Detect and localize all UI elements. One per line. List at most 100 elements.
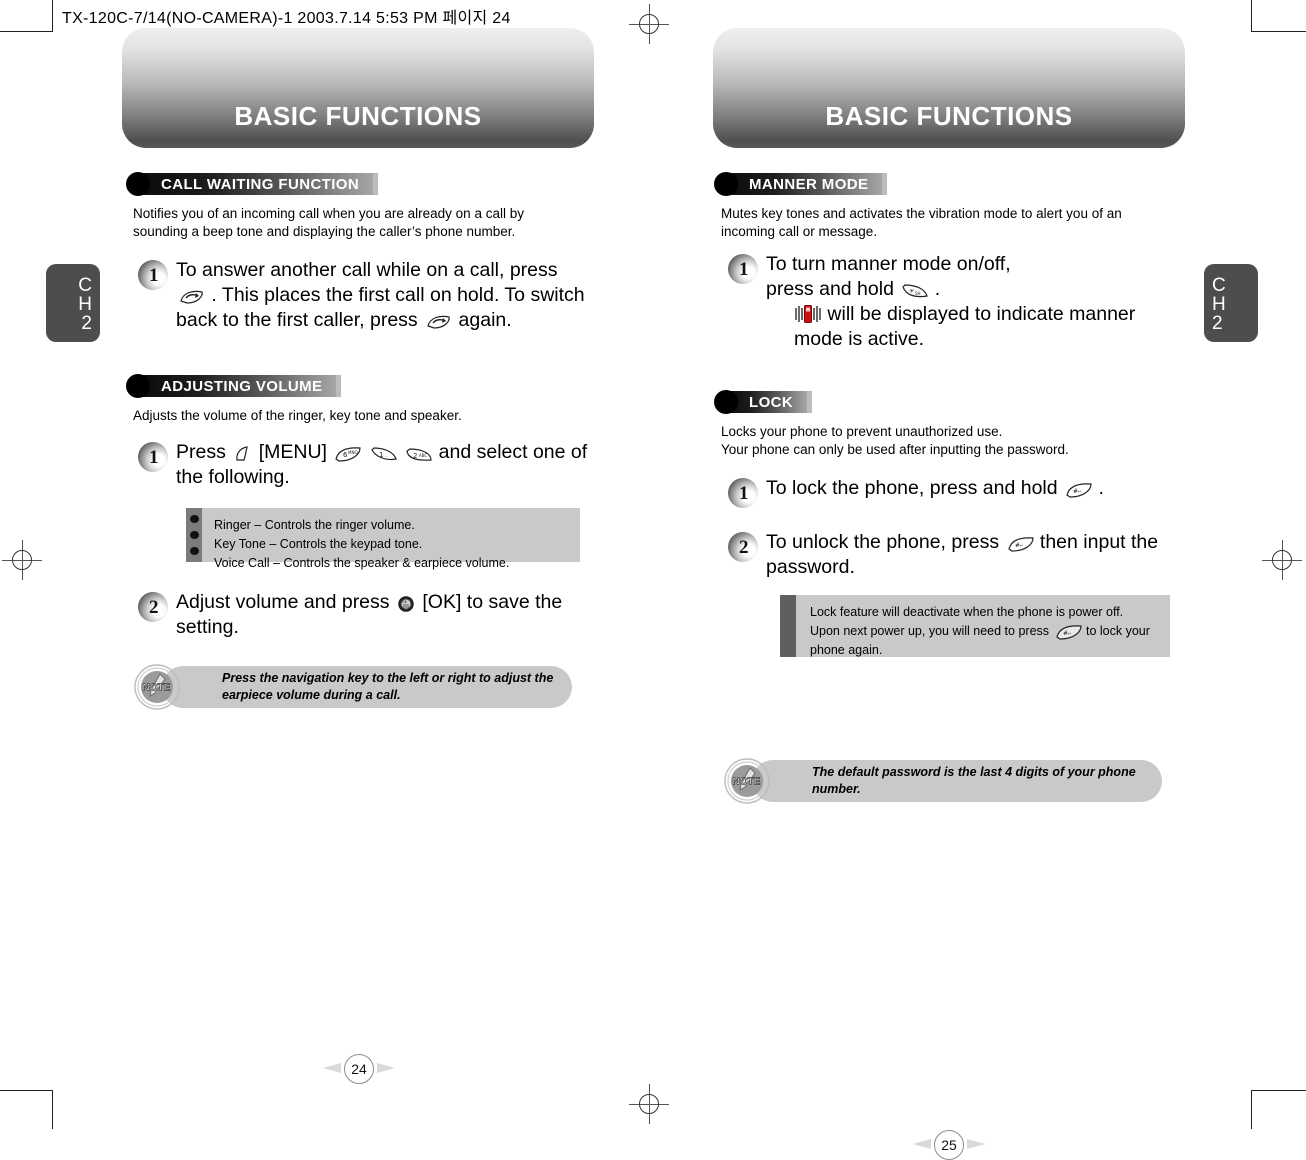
section-manner-mode-intro: Mutes key tones and activates the vibrat… — [721, 206, 1122, 239]
section-manner-mode: MANNER MODE Mutes key tones and activate… — [714, 172, 1184, 241]
bullet-dot-icon — [189, 547, 199, 555]
softkey-icon — [233, 446, 251, 461]
pound-key-icon: # ↩ — [1007, 536, 1034, 552]
section-lock-intro-line1: Locks your phone to prevent unauthorized… — [721, 424, 1003, 439]
svg-text:NOTE: NOTE — [143, 683, 171, 694]
svg-text:ABC: ABC — [419, 453, 427, 458]
svg-text:↩: ↩ — [1020, 543, 1023, 548]
page-number-wing-right-icon — [967, 1139, 985, 1149]
section-adjusting-volume-bar: ADJUSTING VOLUME — [139, 375, 337, 397]
step-number-badge: 2 — [138, 592, 170, 622]
svg-text:1: 1 — [379, 451, 383, 459]
lock-info-panel-rail — [780, 595, 796, 657]
registration-mark-bottom-center — [629, 1084, 669, 1124]
section-adjusting-volume-intro: Adjusts the volume of the ringer, key to… — [133, 408, 462, 423]
section-call-waiting-header: CALL WAITING FUNCTION — [126, 172, 586, 196]
section-call-waiting-title: CALL WAITING FUNCTION — [161, 175, 360, 193]
left-page-banner: BASIC FUNCTIONS — [122, 28, 594, 148]
right-note-text-bar: The default password is the last 4 digit… — [752, 760, 1162, 802]
svg-text:MNO: MNO — [348, 450, 358, 455]
step-text-line-c: will be displayed to indicate manner mod… — [766, 302, 1184, 352]
left-chapter-tab: C H 2 — [46, 264, 100, 342]
left-chapter-tab-num: 2 — [81, 313, 92, 334]
step-adjusting-volume-1-text: Press [MENU] 6 MNO 1.. 2 ABC and select on… — [176, 440, 588, 490]
section-header-cap — [807, 391, 813, 413]
step-text-line-b: press and hold ✳ SH . — [766, 277, 1184, 302]
step-number-badge: 1 — [728, 478, 760, 508]
section-call-waiting-bar: CALL WAITING FUNCTION — [139, 173, 374, 195]
file-header-text: TX-120C-7/14(NO-CAMERA)-1 2003.7.14 5:53… — [62, 10, 511, 27]
step-lock-1-text: To lock the phone, press and hold # ↩ . — [766, 476, 1104, 501]
page-number-wing-left-icon — [913, 1139, 931, 1149]
step-text-part-b: . — [1098, 477, 1104, 499]
volume-options-bullet-rail — [186, 508, 202, 562]
left-note-callout: Press the navigation key to the left or … — [134, 664, 572, 710]
step-text-part-a: To unlock the phone, press — [766, 531, 1000, 553]
right-note-text: The default password is the last 4 digit… — [812, 765, 1136, 796]
bullet-circle-icon — [714, 172, 738, 196]
crop-line-top-right — [1252, 31, 1306, 32]
svg-text:↩: ↩ — [1068, 631, 1071, 636]
svg-text:NOTE: NOTE — [733, 777, 761, 788]
bullet-circle-icon — [126, 172, 150, 196]
crop-line-top-right-vert — [1251, 0, 1252, 32]
left-note-text-bar: Press the navigation key to the left or … — [162, 666, 572, 708]
step-number-badge: 1 — [138, 442, 170, 472]
right-page-number: 25 — [903, 1130, 995, 1160]
step-call-waiting-1: 1 To answer another call while on a call… — [138, 258, 588, 333]
section-adjusting-volume-title: ADJUSTING VOLUME — [161, 377, 323, 395]
section-lock-intro-line2: Your phone can only be used after inputt… — [721, 442, 1069, 457]
section-adjusting-volume: ADJUSTING VOLUME Adjusts the volume of t… — [126, 374, 586, 425]
section-manner-mode-title: MANNER MODE — [749, 175, 869, 193]
right-page-banner: BASIC FUNCTIONS — [713, 28, 1185, 148]
step-number-badge: 1 — [728, 254, 760, 284]
step-lock-2-text: To unlock the phone, press # ↩ then input… — [766, 530, 1184, 580]
section-call-waiting: CALL WAITING FUNCTION Notifies you of an… — [126, 172, 586, 241]
svg-text:..: .. — [385, 453, 388, 458]
crop-line-top-left — [0, 31, 52, 32]
bullet-dot-icon — [189, 515, 199, 523]
left-page-title: BASIC FUNCTIONS — [234, 101, 482, 131]
section-lock: LOCK Locks your phone to prevent unautho… — [714, 390, 1184, 459]
right-chapter-tab: C H 2 — [1204, 264, 1258, 342]
star-key-icon: ✳ SH — [901, 283, 929, 298]
right-chapter-tab-num: 2 — [1212, 313, 1223, 334]
step-adjusting-volume-2-text: Adjust volume and press OK [OK] to save … — [176, 590, 588, 640]
step-lock-1: 1 To lock the phone, press and hold # ↩ . — [728, 476, 1184, 508]
list-item: Key Tone – Controls the keypad tone. — [214, 537, 423, 551]
section-manner-mode-header: MANNER MODE — [714, 172, 1184, 196]
step-text-part-d: will be displayed to indicate manner mod… — [794, 303, 1136, 350]
crop-line-bottom-left — [0, 1090, 52, 1091]
section-call-waiting-intro: Notifies you of an incoming call when yo… — [133, 206, 524, 239]
step-manner-mode-1: 1 To turn manner mode on/off, press and … — [728, 252, 1184, 352]
right-chapter-tab-ch: C H — [1212, 275, 1226, 315]
step-lock-2: 2 To unlock the phone, press # ↩ then inp… — [728, 530, 1184, 580]
lock-info-panel: Lock feature will deactivate when the ph… — [780, 595, 1170, 657]
registration-mark-top-center — [629, 4, 669, 44]
keypad-key-6-icon: 6 MNO — [334, 446, 361, 462]
step-number-badge: 2 — [728, 532, 760, 562]
left-page-number-value: 24 — [344, 1054, 374, 1084]
keypad-key-2-icon: 2 ABC — [405, 446, 432, 461]
crop-line-bottom-right — [1252, 1090, 1306, 1091]
section-header-cap — [882, 173, 888, 195]
volume-options-panel: Ringer – Controls the ringer volume. Key… — [186, 508, 580, 570]
svg-text:2: 2 — [413, 452, 417, 460]
step-text-part-a: To lock the phone, press and hold — [766, 477, 1058, 499]
bullet-circle-icon — [126, 374, 150, 398]
section-header-cap — [336, 375, 342, 397]
send-key-icon — [178, 289, 204, 304]
svg-text:SH: SH — [915, 291, 921, 296]
svg-text:↩: ↩ — [1078, 489, 1081, 494]
step-call-waiting-1-text: To answer another call while on a call, … — [176, 258, 588, 333]
step-adjusting-volume-1: 1 Press [MENU] 6 MNO 1.. 2 ABC and select … — [138, 440, 588, 490]
section-lock-header: LOCK — [714, 390, 1184, 414]
pound-key-icon: # ↩ — [1055, 624, 1082, 640]
lock-info-panel-text: Lock feature will deactivate when the ph… — [796, 595, 1170, 657]
step-adjusting-volume-2: 2 Adjust volume and press OK [OK] to sav… — [138, 590, 588, 640]
page-number-wing-left-icon — [323, 1063, 341, 1073]
crop-line-bottom-left-vert — [52, 1090, 53, 1129]
note-badge-icon: NOTE — [134, 664, 180, 710]
step-text-part-a: To answer another call while on a call, … — [176, 259, 558, 281]
step-text-part-a: To turn manner mode on/off, — [766, 253, 1011, 275]
